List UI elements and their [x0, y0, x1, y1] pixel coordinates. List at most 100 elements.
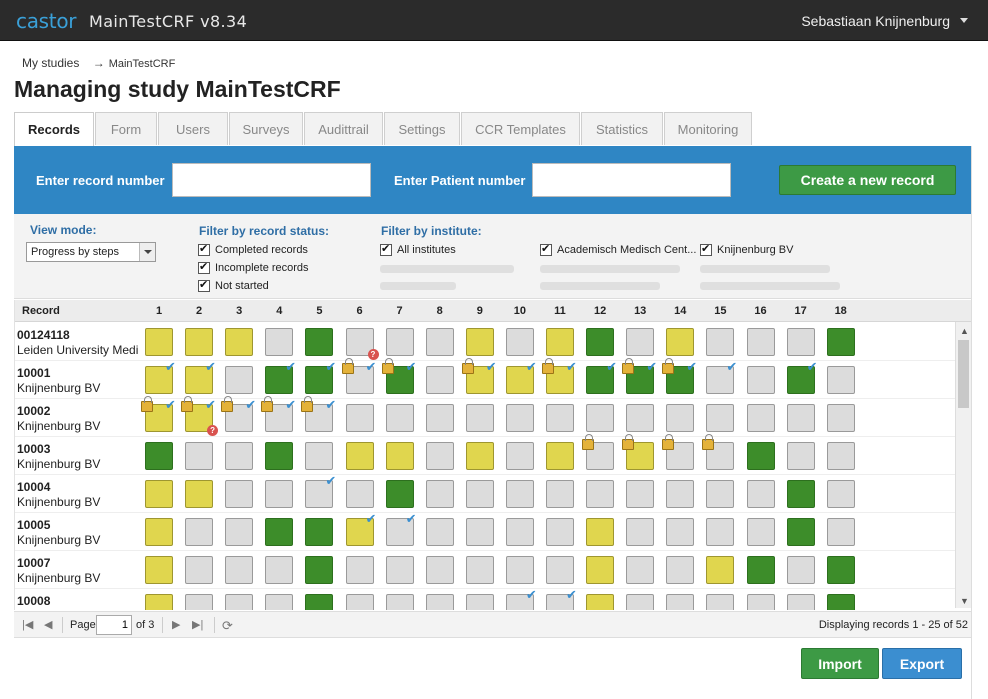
step-status-cell[interactable]	[465, 518, 494, 546]
checkbox-icon[interactable]	[198, 260, 210, 274]
castor-logo[interactable]: castor	[16, 9, 76, 33]
record-column-header[interactable]: Record	[22, 305, 60, 317]
tab-records[interactable]: Records	[14, 112, 94, 146]
create-record-button[interactable]: Create a new record	[779, 165, 956, 195]
step-status-cell[interactable]	[225, 556, 254, 584]
query-icon[interactable]: ?	[207, 425, 219, 436]
import-button[interactable]: Import	[801, 648, 879, 679]
step-status-cell[interactable]	[425, 594, 454, 610]
step-status-cell[interactable]	[145, 556, 173, 584]
step-status-cell[interactable]	[265, 556, 294, 584]
tab-audittrail[interactable]: Audittrail	[304, 112, 383, 145]
step-status-cell[interactable]	[746, 594, 775, 610]
step-status-cell[interactable]	[425, 518, 454, 546]
next-page-icon[interactable]: ▶	[172, 618, 180, 631]
step-status-cell[interactable]	[345, 556, 374, 584]
table-row[interactable]: 10002 Knijnenburg BV ✔ ✔? ✔ ✔ ✔	[15, 396, 955, 437]
tab-form[interactable]: Form	[95, 112, 157, 145]
step-status-cell[interactable]	[826, 328, 855, 356]
record-id[interactable]: 10007	[17, 556, 50, 570]
scroll-down-icon[interactable]: ▼	[960, 596, 969, 606]
step-status-cell[interactable]	[505, 404, 534, 432]
step-status-cell[interactable]	[185, 328, 214, 356]
user-menu[interactable]: Sebastiaan Knijnenburg	[801, 13, 950, 29]
step-status-cell[interactable]	[706, 594, 735, 610]
tab-statistics[interactable]: Statistics	[581, 112, 663, 145]
step-status-cell[interactable]	[666, 328, 695, 356]
step-status-cell[interactable]	[746, 328, 775, 356]
step-status-cell[interactable]	[586, 480, 615, 508]
step-status-cell[interactable]	[145, 594, 173, 610]
step-status-cell[interactable]	[385, 442, 414, 470]
step-status-cell[interactable]	[465, 556, 494, 584]
step-status-cell[interactable]	[505, 556, 534, 584]
step-status-cell[interactable]	[185, 556, 214, 584]
step-status-cell[interactable]	[425, 480, 454, 508]
patient-number-input[interactable]	[532, 163, 731, 197]
step-status-cell[interactable]	[345, 594, 374, 610]
step-status-cell[interactable]	[746, 442, 775, 470]
step-status-cell[interactable]	[265, 594, 294, 610]
step-status-cell[interactable]	[185, 442, 214, 470]
step-status-cell[interactable]	[465, 480, 494, 508]
tab-ccr-templates[interactable]: CCR Templates	[461, 112, 580, 145]
step-status-cell[interactable]	[746, 518, 775, 546]
step-status-cell[interactable]	[225, 328, 254, 356]
record-number-input[interactable]	[172, 163, 371, 197]
caret-down-icon[interactable]	[960, 18, 968, 23]
record-id[interactable]: 10002	[17, 404, 50, 418]
tab-surveys[interactable]: Surveys	[229, 112, 303, 145]
last-page-icon[interactable]: ▶|	[192, 618, 203, 631]
step-status-cell[interactable]	[626, 480, 655, 508]
step-status-cell[interactable]	[586, 594, 615, 610]
tab-users[interactable]: Users	[158, 112, 228, 145]
record-id[interactable]: 10008	[17, 594, 50, 608]
step-status-cell[interactable]	[746, 366, 775, 394]
step-status-cell[interactable]	[225, 480, 254, 508]
step-status-cell[interactable]	[786, 404, 815, 432]
step-status-cell[interactable]	[626, 518, 655, 546]
step-status-cell[interactable]	[265, 518, 294, 546]
scroll-up-icon[interactable]: ▲	[960, 326, 969, 336]
step-status-cell[interactable]	[465, 328, 494, 356]
table-row[interactable]: 00124118 Leiden University Medi?	[15, 323, 955, 361]
step-status-cell[interactable]	[305, 594, 334, 610]
step-status-cell[interactable]	[145, 480, 173, 508]
step-status-cell[interactable]	[586, 556, 615, 584]
breadcrumb-my-studies[interactable]: My studies	[22, 56, 79, 70]
filter-incomplete-records[interactable]: Incomplete records	[198, 260, 309, 274]
step-status-cell[interactable]	[666, 594, 695, 610]
step-status-cell[interactable]	[305, 328, 334, 356]
step-status-cell[interactable]	[345, 442, 374, 470]
step-status-cell[interactable]	[425, 328, 454, 356]
tab-monitoring[interactable]: Monitoring	[664, 112, 752, 145]
step-status-cell[interactable]	[225, 366, 254, 394]
step-status-cell[interactable]	[225, 442, 254, 470]
step-status-cell[interactable]	[185, 594, 214, 610]
step-status-cell[interactable]	[185, 518, 214, 546]
step-status-cell[interactable]	[185, 480, 214, 508]
step-status-cell[interactable]	[305, 518, 334, 546]
step-status-cell[interactable]	[225, 518, 254, 546]
step-status-cell[interactable]	[666, 480, 695, 508]
table-row[interactable]: 10008 ✔ ✔	[15, 587, 955, 610]
step-status-cell[interactable]	[786, 480, 815, 508]
page-number-input[interactable]	[96, 615, 132, 635]
step-status-cell[interactable]	[826, 480, 855, 508]
filter-not-started[interactable]: Not started	[198, 278, 269, 292]
step-status-cell[interactable]	[546, 442, 574, 470]
step-status-cell[interactable]	[746, 556, 775, 584]
export-button[interactable]: Export	[882, 648, 962, 679]
step-status-cell[interactable]	[265, 480, 294, 508]
table-row[interactable]: 10005 Knijnenburg BV ✔ ✔	[15, 511, 955, 551]
step-status-cell[interactable]	[786, 328, 815, 356]
step-status-cell[interactable]	[666, 404, 695, 432]
step-status-cell[interactable]	[786, 442, 815, 470]
step-status-cell[interactable]	[505, 480, 534, 508]
step-status-cell[interactable]	[385, 556, 414, 584]
record-id[interactable]: 10005	[17, 518, 50, 532]
step-status-cell[interactable]	[546, 556, 574, 584]
step-status-cell[interactable]	[505, 442, 534, 470]
step-status-cell[interactable]	[666, 518, 695, 546]
step-status-cell[interactable]	[786, 556, 815, 584]
